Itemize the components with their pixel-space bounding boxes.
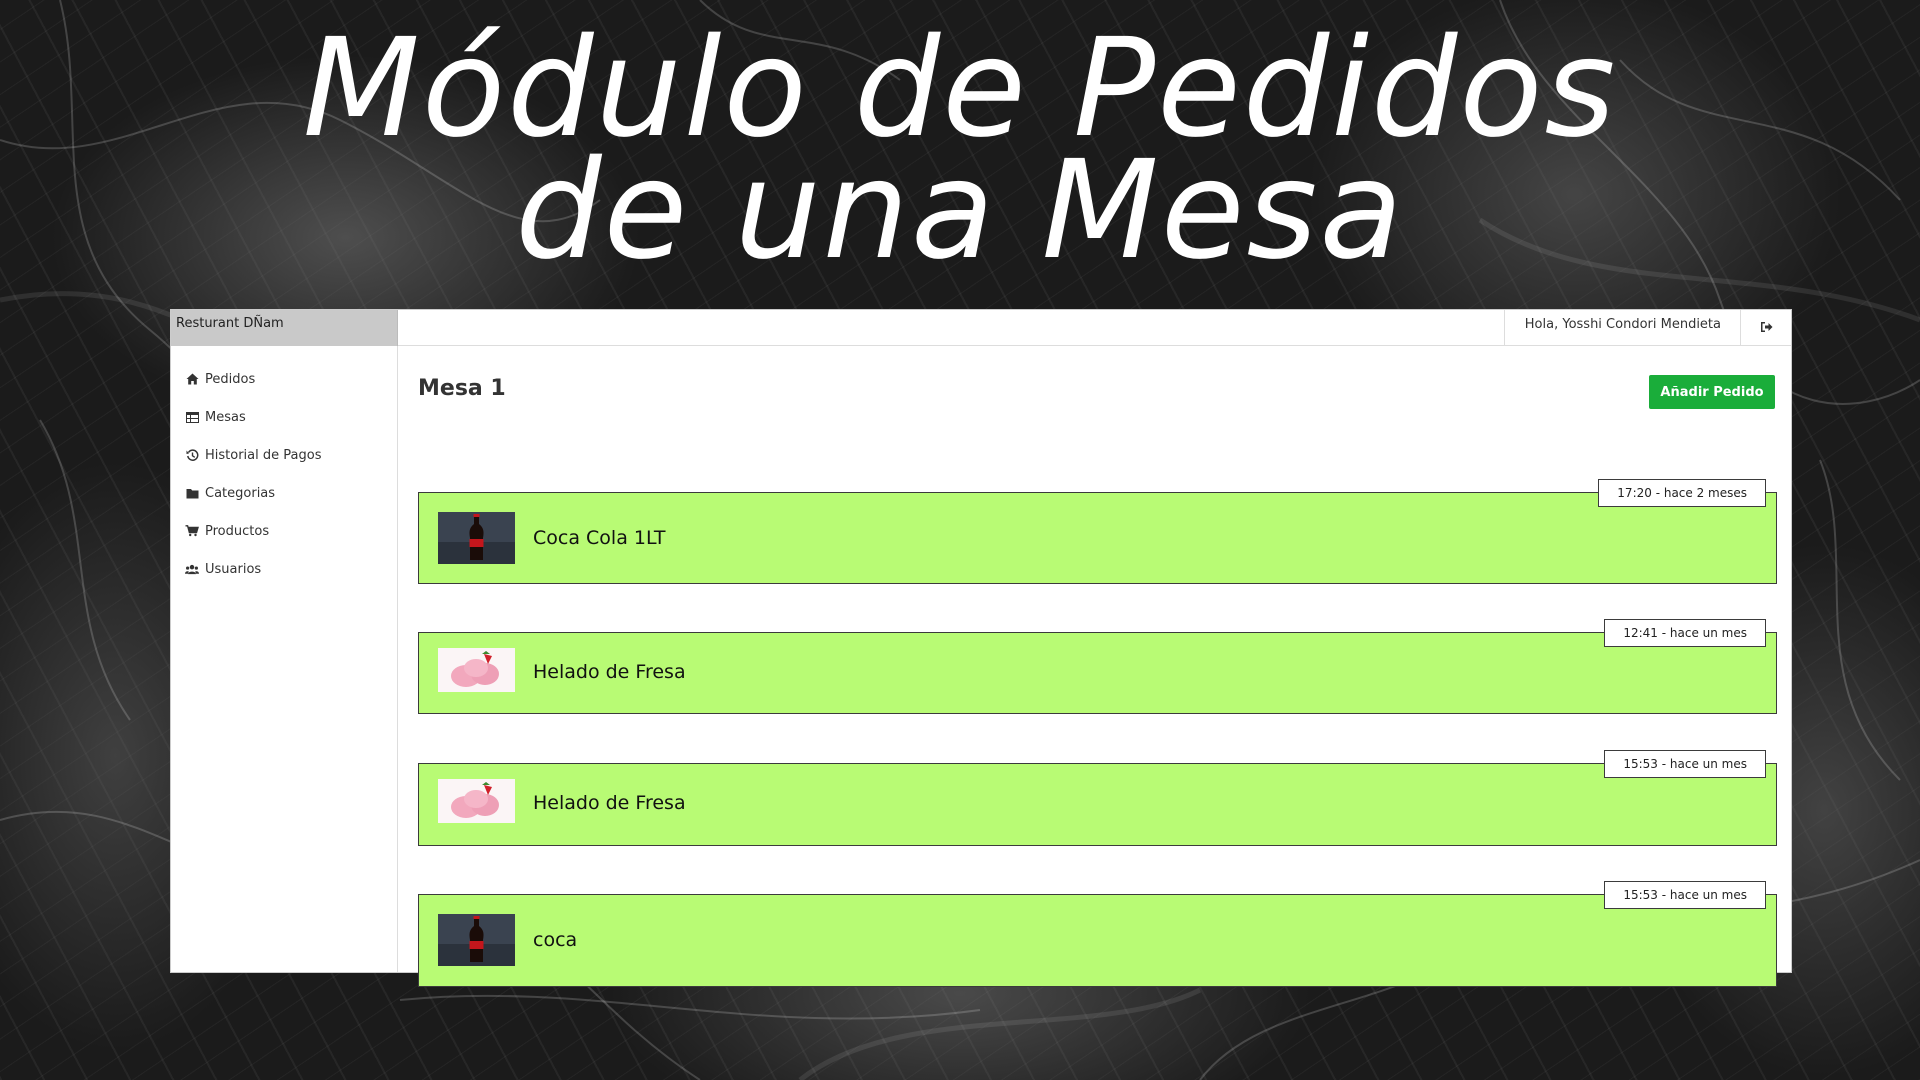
cola-bottle-image <box>438 512 515 564</box>
order-product-name: Helado de Fresa <box>533 792 686 814</box>
folder-icon <box>185 486 199 500</box>
sidebar-item-pedidos[interactable]: Pedidos <box>171 360 397 398</box>
order-timestamp: 17:20 - hace 2 meses <box>1598 479 1766 507</box>
sidebar-item-label: Usuarios <box>205 561 262 577</box>
sidebar-item-historial-de-pagos[interactable]: Historial de Pagos <box>171 436 397 474</box>
sidebar-item-label: Mesas <box>205 409 246 425</box>
main-content: Mesa 1 Añadir Pedido Coca Cola 1LT 17:20… <box>418 346 1777 987</box>
sidebar-item-label: Categorias <box>205 485 276 501</box>
strawberry-ice-cream-image <box>438 648 515 692</box>
brand-name[interactable]: Resturant DÑam <box>171 310 398 346</box>
order-product-name: Helado de Fresa <box>533 661 686 683</box>
sidebar-item-label: Historial de Pagos <box>205 447 322 463</box>
user-greeting[interactable]: Hola, Yosshi Condori Mendieta <box>1503 310 1741 345</box>
sidebar-item-label: Pedidos <box>205 371 256 387</box>
order-product-name: coca <box>533 929 578 951</box>
order-card[interactable]: coca 15:53 - hace un mes <box>418 881 1777 987</box>
top-navbar: Hola, Yosshi Condori Mendieta <box>398 310 1791 346</box>
users-icon <box>185 562 199 576</box>
order-card[interactable]: Coca Cola 1LT 17:20 - hace 2 meses <box>418 479 1777 584</box>
slide-headline: Módulo de Pedidos de una Mesa <box>0 21 1920 290</box>
sidebar-item-productos[interactable]: Productos <box>171 512 397 550</box>
sidebar: Pedidos Mesas Historial de Pagos Categor… <box>171 346 398 972</box>
sign-out-icon <box>1760 318 1773 337</box>
sidebar-item-usuarios[interactable]: Usuarios <box>171 550 397 588</box>
strawberry-ice-cream-image <box>438 779 515 823</box>
cola-bottle-image <box>438 914 515 966</box>
sidebar-item-mesas[interactable]: Mesas <box>171 398 397 436</box>
order-product-name: Coca Cola 1LT <box>533 527 666 549</box>
add-order-button[interactable]: Añadir Pedido <box>1649 375 1775 409</box>
table-icon <box>185 410 199 424</box>
order-card[interactable]: Helado de Fresa 15:53 - hace un mes <box>418 750 1777 846</box>
headline-line-2: de una Mesa <box>515 132 1405 290</box>
sidebar-item-label: Productos <box>205 523 270 539</box>
order-timestamp: 15:53 - hace un mes <box>1604 881 1766 909</box>
page-title: Mesa 1 <box>418 376 506 401</box>
sidebar-item-categorias[interactable]: Categorias <box>171 474 397 512</box>
logout-button[interactable] <box>1740 310 1791 345</box>
order-timestamp: 12:41 - hace un mes <box>1604 619 1766 647</box>
history-icon <box>185 448 199 462</box>
order-timestamp: 15:53 - hace un mes <box>1604 750 1766 778</box>
home-icon <box>185 372 199 386</box>
order-card[interactable]: Helado de Fresa 12:41 - hace un mes <box>418 619 1777 714</box>
cart-icon <box>185 524 199 538</box>
app-window: Resturant DÑam Hola, Yosshi Condori Mend… <box>171 310 1791 987</box>
